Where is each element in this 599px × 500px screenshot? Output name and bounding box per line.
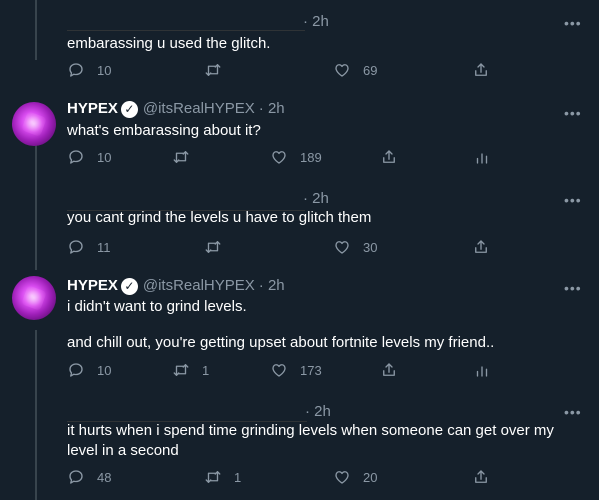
tweet-actions: 10 69 — [67, 61, 507, 85]
like-button[interactable]: 20 — [333, 468, 377, 486]
like-count: 189 — [300, 149, 322, 165]
reply-icon — [69, 240, 83, 254]
share-button[interactable] — [380, 148, 398, 166]
tweet-text: it hurts when i spend time grinding leve… — [67, 422, 554, 459]
author-handle[interactable]: @itsRealHYPEX — [143, 277, 255, 295]
analytics-icon — [476, 366, 488, 377]
like-button[interactable]: 30 — [333, 238, 377, 256]
tweet-timestamp[interactable]: · 2h — [259, 277, 285, 295]
share-icon — [475, 63, 487, 76]
more-icon[interactable]: ••• — [564, 106, 581, 120]
like-button[interactable]: 69 — [333, 61, 377, 79]
retweet-button[interactable] — [172, 148, 202, 166]
verified-badge-icon: ✓ — [120, 277, 138, 295]
tweet[interactable]: HYPEX ✓ @itsRealHYPEX · 2h ••• what's em… — [0, 90, 599, 180]
analytics-button[interactable] — [473, 148, 491, 166]
reply-count: 11 — [97, 239, 111, 255]
tweet[interactable]: · 2h ••• you cant grind the levels u hav… — [0, 180, 599, 270]
reply-button[interactable]: 10 — [67, 361, 111, 379]
tweet-actions: 10 1 173 — [67, 361, 507, 385]
share-icon — [475, 470, 487, 483]
share-button[interactable] — [472, 238, 490, 256]
reply-button[interactable]: 10 — [67, 61, 111, 79]
reply-icon — [69, 63, 83, 77]
retweet-button[interactable] — [204, 61, 234, 79]
like-button[interactable]: 189 — [270, 148, 322, 166]
like-count: 30 — [363, 239, 378, 255]
verified-badge-icon: ✓ — [120, 100, 138, 118]
reply-count: 10 — [97, 62, 112, 78]
tweet-text: what's embarassing about it? — [67, 122, 261, 139]
like-count: 20 — [363, 469, 378, 485]
tweet-text-line-1: i didn't want to grind levels. — [67, 298, 247, 315]
heart-icon — [335, 64, 349, 77]
tweet-header: HYPEX ✓ @itsRealHYPEX · 2h — [67, 100, 285, 118]
tweet[interactable]: HYPEX ✓ @itsRealHYPEX · 2h ••• i didn't … — [0, 270, 599, 395]
tweet-timestamp[interactable]: · 2h — [259, 100, 285, 118]
redacted-author-bar — [67, 30, 305, 31]
share-button[interactable] — [380, 361, 398, 379]
tweet-actions: 48 1 20 — [67, 468, 507, 492]
retweet-count: 1 — [234, 469, 242, 485]
retweet-icon — [173, 364, 189, 376]
reply-button[interactable]: 48 — [67, 468, 111, 486]
tweet-timestamp[interactable]: · 2h — [303, 13, 329, 30]
retweet-button[interactable] — [204, 238, 234, 256]
reply-count: 48 — [97, 469, 112, 485]
reply-icon — [69, 150, 83, 164]
heart-icon — [272, 151, 286, 164]
retweet-icon — [205, 471, 221, 483]
like-count: 69 — [363, 62, 378, 78]
author-name[interactable]: HYPEX — [67, 100, 118, 118]
author-name[interactable]: HYPEX — [67, 277, 118, 295]
share-button[interactable] — [472, 61, 490, 79]
share-icon — [383, 363, 395, 376]
reply-count: 10 — [97, 362, 112, 378]
heart-icon — [335, 241, 349, 254]
like-button[interactable]: 173 — [270, 361, 322, 379]
retweet-icon — [205, 241, 221, 253]
retweet-button[interactable]: 1 — [172, 361, 209, 379]
heart-icon — [272, 364, 286, 377]
reply-icon — [69, 363, 83, 377]
tweet-header: HYPEX ✓ @itsRealHYPEX · 2h — [67, 277, 285, 295]
more-icon[interactable]: ••• — [564, 405, 581, 419]
retweet-icon — [173, 151, 189, 163]
avatar[interactable] — [12, 276, 56, 320]
heart-icon — [335, 471, 349, 484]
more-icon[interactable]: ••• — [564, 281, 581, 295]
author-handle[interactable]: @itsRealHYPEX — [143, 100, 255, 118]
tweet-timestamp[interactable]: · 2h — [305, 403, 331, 420]
reply-count: 10 — [97, 149, 112, 165]
tweet-timestamp[interactable]: · 2h — [303, 190, 329, 207]
tweet[interactable]: · 2h ••• embarassing u used the glitch. … — [0, 0, 599, 90]
tweet-text: you cant grind the levels u have to glit… — [67, 209, 372, 226]
share-button[interactable] — [472, 468, 490, 486]
tweet-text: embarassing u used the glitch. — [67, 35, 271, 52]
analytics-icon — [476, 153, 488, 164]
tweet[interactable]: · 2h ••• it hurts when i spend time grin… — [0, 395, 599, 500]
more-icon[interactable]: ••• — [564, 16, 581, 30]
share-icon — [383, 150, 395, 163]
retweet-button[interactable]: 1 — [204, 468, 241, 486]
reply-icon — [69, 470, 83, 484]
retweet-count: 1 — [202, 362, 210, 378]
analytics-button[interactable] — [473, 361, 491, 379]
avatar[interactable] — [12, 102, 56, 146]
tweet-actions: 11 30 — [67, 238, 507, 262]
reply-button[interactable]: 10 — [67, 148, 111, 166]
tweet-actions: 10 189 — [67, 148, 507, 172]
tweet-text-line-2: and chill out, you're getting upset abou… — [67, 334, 495, 351]
more-icon[interactable]: ••• — [564, 193, 581, 207]
share-icon — [475, 240, 487, 253]
like-count: 173 — [300, 362, 322, 378]
retweet-icon — [205, 64, 221, 76]
reply-button[interactable]: 11 — [67, 238, 111, 256]
